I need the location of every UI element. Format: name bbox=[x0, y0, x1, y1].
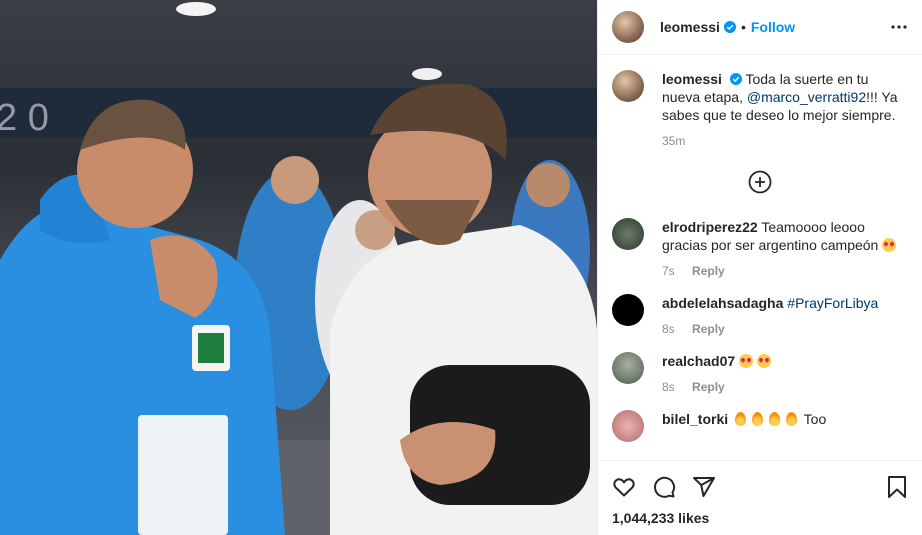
svg-text:2 0: 2 0 bbox=[0, 97, 49, 139]
more-options-icon[interactable] bbox=[890, 24, 908, 30]
likes-count[interactable]: 1,044,233 likes bbox=[612, 510, 908, 526]
photo-illustration: 2 0 bbox=[0, 2, 597, 535]
header-separator: • bbox=[740, 19, 746, 35]
comment-item: elrodriperez22 Teamoooo leooo gracias po… bbox=[612, 218, 908, 280]
reply-button[interactable]: Reply bbox=[692, 264, 725, 278]
post-actions: 1,044,233 likes bbox=[598, 460, 922, 535]
reply-button[interactable]: Reply bbox=[692, 380, 725, 394]
author-username[interactable]: leomessi bbox=[660, 19, 720, 35]
caption: leomessi Toda la suerte en tu nueva etap… bbox=[612, 70, 908, 150]
bookmark-icon[interactable] bbox=[886, 475, 908, 499]
comments-list[interactable]: leomessi Toda la suerte en tu nueva etap… bbox=[598, 56, 922, 460]
avatar[interactable] bbox=[612, 410, 644, 442]
avatar[interactable] bbox=[612, 294, 644, 326]
post-header: leomessi • Follow bbox=[598, 0, 922, 55]
reply-button[interactable]: Reply bbox=[692, 322, 725, 336]
heart-eyes-emoji-icon bbox=[756, 354, 771, 368]
avatar[interactable] bbox=[612, 218, 644, 250]
fire-emoji-icon bbox=[786, 412, 798, 426]
verified-badge-icon bbox=[729, 73, 742, 85]
heart-eyes-emoji-icon bbox=[739, 354, 754, 368]
fire-emoji-icon bbox=[769, 412, 781, 426]
comment-time: 8s bbox=[662, 380, 675, 394]
verified-badge-icon bbox=[723, 21, 736, 33]
fire-emoji-icon bbox=[752, 412, 764, 426]
heart-eyes-emoji-icon bbox=[882, 238, 897, 252]
comment-time: 7s bbox=[662, 264, 675, 278]
comment-text: Too bbox=[803, 411, 827, 427]
avatar[interactable] bbox=[612, 11, 644, 43]
hashtag-link[interactable]: #PrayForLibya bbox=[787, 295, 878, 311]
fire-emoji-icon bbox=[735, 412, 747, 426]
heart-icon[interactable] bbox=[612, 475, 636, 499]
avatar[interactable] bbox=[612, 70, 644, 102]
comment-username[interactable]: abdelelahsadagha bbox=[662, 295, 783, 311]
share-icon[interactable] bbox=[692, 475, 716, 499]
mention-link[interactable]: @marco_verratti92 bbox=[747, 89, 866, 105]
comment-username[interactable]: realchad07 bbox=[662, 353, 735, 369]
comment-item: abdelelahsadagha #PrayForLibya 8s Reply bbox=[612, 294, 908, 338]
post-sidebar: leomessi • Follow leomessi Toda la suert… bbox=[597, 0, 922, 535]
avatar[interactable] bbox=[612, 352, 644, 384]
caption-time: 35m bbox=[662, 134, 686, 148]
follow-button[interactable]: Follow bbox=[751, 19, 795, 35]
comment-icon[interactable] bbox=[652, 475, 676, 499]
load-more-comments[interactable] bbox=[612, 170, 908, 194]
comment-username[interactable]: elrodriperez22 bbox=[662, 219, 758, 235]
comment-item: bilel_torki Too bbox=[612, 410, 908, 442]
post-photo[interactable]: 2 0 bbox=[0, 0, 597, 535]
comment-item: realchad07 8s Reply bbox=[612, 352, 908, 396]
comment-time: 8s bbox=[662, 322, 675, 336]
caption-username[interactable]: leomessi bbox=[662, 71, 722, 87]
comment-username[interactable]: bilel_torki bbox=[662, 411, 728, 427]
plus-circle-icon[interactable] bbox=[748, 170, 772, 194]
